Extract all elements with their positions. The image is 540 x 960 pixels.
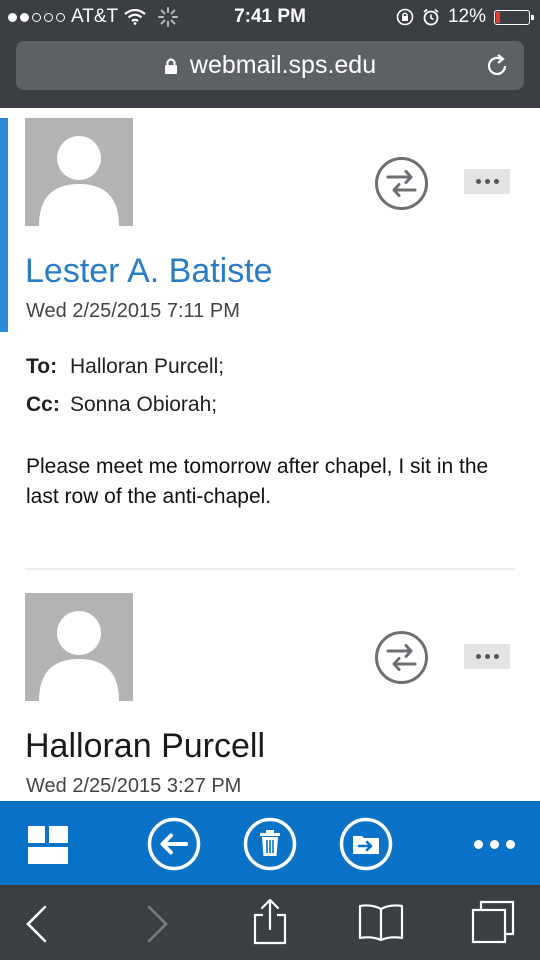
- battery-icon: [494, 9, 534, 25]
- more-actions-button[interactable]: [464, 644, 510, 669]
- to-line: To: Halloran Purcell;: [26, 355, 224, 379]
- address-bar[interactable]: webmail.sps.edu: [16, 41, 524, 90]
- cc-recipient[interactable]: Sonna Obiorah;: [70, 393, 217, 416]
- lock-icon: [164, 57, 178, 75]
- url-text: webmail.sps.edu: [189, 51, 377, 79]
- message-date: Wed 2/25/2015 3:27 PM: [26, 775, 242, 797]
- browser-chrome-top: AT&T 7:41 PM 12% webmail.sps.edu: [0, 0, 540, 108]
- more-actions-button[interactable]: [464, 169, 510, 194]
- cc-line: Cc: Sonna Obiorah;: [26, 393, 217, 417]
- reply-all-icon[interactable]: [374, 156, 429, 216]
- to-recipient[interactable]: Halloran Purcell;: [70, 355, 224, 378]
- back-arrow-icon[interactable]: [147, 817, 201, 876]
- message-body: Please meet me tomorrow after chapel, I …: [26, 455, 489, 508]
- tiles-icon[interactable]: [28, 826, 68, 869]
- mail-action-toolbar: [0, 801, 540, 885]
- more-icon[interactable]: [474, 840, 515, 849]
- message-item[interactable]: Halloran Purcell Wed 2/25/2015 3:27 PM: [0, 572, 540, 804]
- move-folder-icon[interactable]: [339, 817, 393, 876]
- browser-toolbar-bottom: [0, 885, 540, 960]
- bookmarks-icon[interactable]: [358, 903, 404, 946]
- battery-percent: 12%: [447, 6, 486, 27]
- message-date: Wed 2/25/2015 7:11 PM: [26, 300, 240, 322]
- trash-icon[interactable]: [243, 817, 297, 876]
- selection-indicator: [0, 118, 8, 332]
- alarm-icon: [423, 8, 439, 26]
- sender-name[interactable]: Halloran Purcell: [25, 727, 265, 766]
- cc-label: Cc:: [26, 393, 60, 416]
- divider: [25, 568, 515, 570]
- forward-chevron-icon[interactable]: [144, 905, 170, 948]
- back-chevron-icon[interactable]: [24, 905, 50, 948]
- reload-icon[interactable]: [484, 53, 510, 86]
- share-icon[interactable]: [252, 897, 288, 950]
- to-label: To:: [26, 355, 58, 378]
- reply-all-icon[interactable]: [374, 630, 429, 690]
- message-item[interactable]: Lester A. Batiste Wed 2/25/2015 7:11 PM …: [0, 108, 540, 570]
- avatar: [25, 118, 133, 226]
- sender-name[interactable]: Lester A. Batiste: [25, 252, 273, 291]
- rotation-lock-icon: [396, 8, 414, 26]
- avatar: [25, 593, 133, 701]
- status-bar: AT&T 7:41 PM 12%: [0, 0, 540, 34]
- tabs-icon[interactable]: [470, 899, 516, 950]
